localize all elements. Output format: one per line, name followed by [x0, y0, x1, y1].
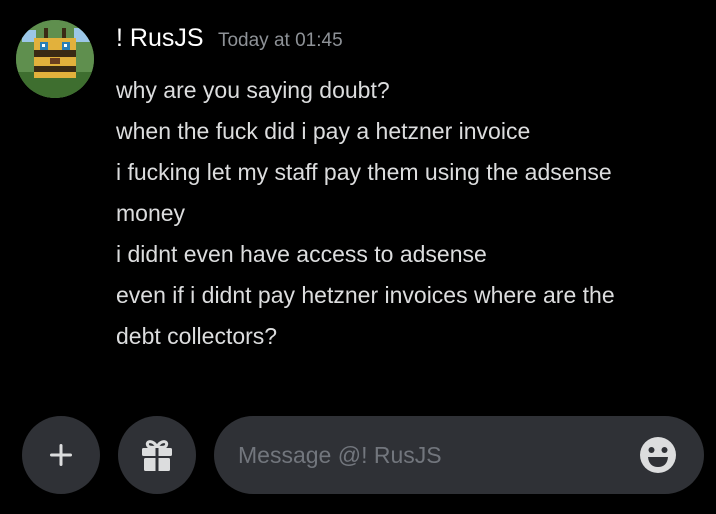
- message-composer: [214, 416, 704, 494]
- message-content: why are you saying doubt? when the fuck …: [116, 70, 701, 357]
- message-input[interactable]: [238, 416, 628, 494]
- emoji-picker-button[interactable]: [638, 435, 678, 475]
- message-line: debt collectors?: [116, 323, 278, 349]
- message-line: i didnt even have access to adsense: [116, 241, 487, 267]
- dm-screen: ! RusJS Today at 01:45 why are you sayin…: [0, 0, 716, 514]
- message-line: money: [116, 200, 186, 226]
- emoji-icon: [640, 437, 676, 473]
- message-timestamp: Today at 01:45: [217, 30, 343, 51]
- pixel-bee-avatar-icon: [16, 20, 94, 98]
- message-line: i fucking let my staff pay them using th…: [116, 159, 612, 185]
- add-attachment-button[interactable]: [22, 416, 100, 494]
- gift-button[interactable]: [118, 416, 196, 494]
- gift-icon: [142, 440, 172, 471]
- message-group: ! RusJS Today at 01:45 why are you sayin…: [0, 0, 716, 400]
- message-line: why are you saying doubt?: [116, 77, 390, 103]
- message-line: even if i didnt pay hetzner invoices whe…: [116, 282, 615, 308]
- author-username[interactable]: ! RusJS: [116, 24, 204, 52]
- message-line: when the fuck did i pay a hetzner invoic…: [116, 118, 531, 144]
- message-header: ! RusJS Today at 01:45: [116, 24, 343, 62]
- author-avatar[interactable]: [16, 20, 94, 98]
- plus-icon: [50, 444, 72, 466]
